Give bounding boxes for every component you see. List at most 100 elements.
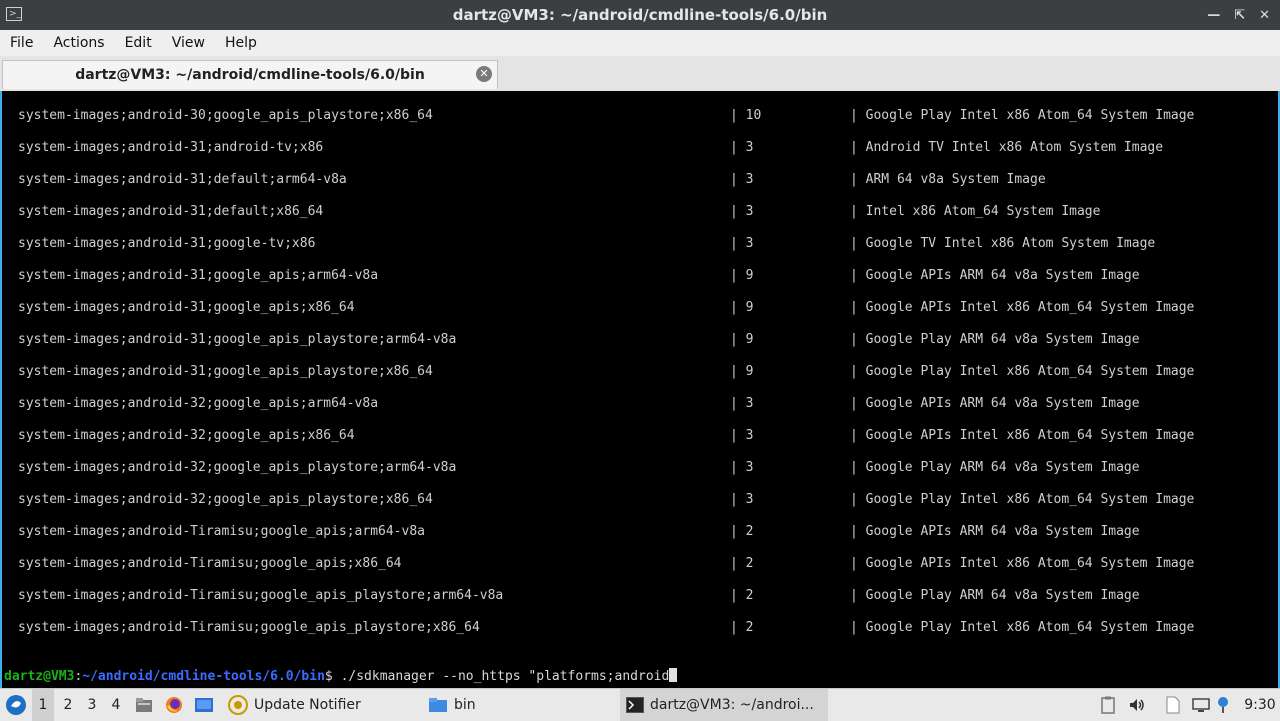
folder-launcher-icon [136, 698, 152, 712]
package-path: system-images;android-32;google_apis;arm… [18, 396, 379, 411]
package-version: | 2 [730, 620, 754, 635]
network-icon [1192, 698, 1210, 712]
window-controls: — ⇱ ✕ [1207, 0, 1270, 30]
taskbar: 1 2 3 4 Update Notifier bin dartz@VM3: ~… [0, 688, 1280, 721]
show-desktop-launcher[interactable] [193, 689, 215, 721]
window-titlebar: >_ dartz@VM3: ~/android/cmdline-tools/6.… [0, 0, 1280, 30]
clock[interactable]: 9:30 [1244, 689, 1276, 721]
package-version: | 2 [730, 588, 754, 603]
package-version: | 3 [730, 492, 754, 507]
task-label: Update Notifier [254, 697, 361, 713]
package-version: | 3 [730, 396, 754, 411]
clipboard-icon [1101, 696, 1115, 714]
close-window-icon[interactable]: ✕ [1259, 8, 1270, 23]
document-icon [1166, 696, 1180, 714]
menu-edit[interactable]: Edit [115, 35, 162, 51]
file-manager-launcher[interactable] [134, 689, 154, 721]
desktop-4[interactable]: 4 [105, 689, 127, 721]
package-description: | Intel x86 Atom_64 System Image [850, 204, 1101, 219]
text-cursor [669, 668, 678, 682]
maximize-icon[interactable]: ⇱ [1234, 8, 1245, 23]
terminal-output[interactable]: system-images;android-30;google_apis_pla… [0, 91, 1280, 688]
desktop-3[interactable]: 3 [81, 689, 103, 721]
package-description: | Google APIs ARM 64 v8a System Image [850, 268, 1140, 283]
prompt-line: dartz@VM3:~/android/cmdline-tools/6.0/bi… [4, 668, 678, 684]
volume-tray[interactable] [1127, 689, 1147, 721]
task-terminal[interactable]: dartz@VM3: ~/androi... [620, 689, 828, 721]
package-description: | Google APIs ARM 64 v8a System Image [850, 396, 1140, 411]
package-path: system-images;android-31;google_apis;arm… [18, 268, 379, 283]
package-description: | Android TV Intel x86 Atom System Image [850, 140, 1164, 155]
update-notifier-icon [228, 695, 248, 715]
package-version: | 9 [730, 332, 754, 347]
package-version: | 9 [730, 268, 754, 283]
firefox-launcher[interactable] [164, 689, 184, 721]
package-path: system-images;android-31;default;x86_64 [18, 204, 324, 219]
task-label: dartz@VM3: ~/androi... [650, 697, 814, 713]
desktop-icon [195, 698, 213, 712]
package-path: system-images;android-31;google-tv;x86 [18, 236, 316, 251]
package-description: | Google APIs ARM 64 v8a System Image [850, 524, 1140, 539]
package-version: | 2 [730, 556, 754, 571]
package-path: system-images;android-31;android-tv;x86 [18, 140, 324, 155]
prompt-path: ~/android/cmdline-tools/6.0/bin [82, 669, 325, 684]
task-update-notifier[interactable]: Update Notifier [222, 689, 367, 721]
package-description: | Google APIs Intel x86 Atom_64 System I… [850, 300, 1195, 315]
firefox-icon [166, 697, 182, 713]
desktop-1[interactable]: 1 [32, 689, 54, 721]
package-path: system-images;android-31;google_apis;x86… [18, 300, 355, 315]
package-version: | 3 [730, 172, 754, 187]
package-path: system-images;android-32;google_apis_pla… [18, 492, 433, 507]
package-description: | Google Play Intel x86 Atom_64 System I… [850, 108, 1195, 123]
menu-actions[interactable]: Actions [43, 35, 114, 51]
package-version: | 10 [730, 108, 762, 123]
package-path: system-images;android-31;google_apis_pla… [18, 332, 457, 347]
package-version: | 3 [730, 428, 754, 443]
package-description: | Google Play Intel x86 Atom_64 System I… [850, 364, 1195, 379]
menu-help[interactable]: Help [215, 35, 267, 51]
package-version: | 3 [730, 140, 754, 155]
task-bin-folder[interactable]: bin [422, 689, 482, 721]
package-path: system-images;android-Tiramisu;google_ap… [18, 620, 480, 635]
package-description: | Google Play Intel x86 Atom_64 System I… [850, 620, 1195, 635]
task-label: bin [454, 697, 476, 713]
package-path: system-images;android-Tiramisu;google_ap… [18, 588, 504, 603]
package-version: | 2 [730, 524, 754, 539]
package-description: | Google APIs Intel x86 Atom_64 System I… [850, 556, 1195, 571]
package-description: | Google Play ARM 64 v8a System Image [850, 588, 1140, 603]
desktop-2[interactable]: 2 [57, 689, 79, 721]
info-notification-icon [1218, 697, 1228, 713]
menu-bar: File Actions Edit View Help [0, 30, 1280, 56]
prompt-user: dartz@VM3 [4, 669, 75, 684]
package-version: | 3 [730, 236, 754, 251]
files-tray[interactable] [1163, 689, 1183, 721]
package-description: | Google Play ARM 64 v8a System Image [850, 332, 1140, 347]
command-input[interactable]: ./sdkmanager --no_https "platforms;andro… [341, 669, 670, 684]
volume-icon [1130, 699, 1144, 711]
network-tray[interactable] [1191, 689, 1211, 721]
package-path: system-images;android-Tiramisu;google_ap… [18, 556, 402, 571]
package-description: | Google Play Intel x86 Atom_64 System I… [850, 492, 1195, 507]
tab-terminal[interactable]: dartz@VM3: ~/android/cmdline-tools/6.0/b… [2, 60, 498, 89]
clipboard-tray[interactable] [1098, 689, 1118, 721]
terminal-icon [626, 697, 644, 713]
prompt-symbol: $ [324, 669, 341, 684]
minimize-icon[interactable]: — [1207, 8, 1220, 23]
package-version: | 3 [730, 204, 754, 219]
window-title: dartz@VM3: ~/android/cmdline-tools/6.0/b… [452, 6, 828, 24]
terminal-app-icon[interactable]: >_ [6, 7, 22, 21]
tab-close-icon[interactable]: ✕ [476, 66, 492, 82]
menu-view[interactable]: View [162, 35, 215, 51]
package-path: system-images;android-31;google_apis_pla… [18, 364, 433, 379]
start-menu-icon [6, 695, 26, 715]
package-path: system-images;android-30;google_apis_pla… [18, 108, 433, 123]
start-menu-button[interactable] [2, 689, 30, 721]
package-path: system-images;android-31;default;arm64-v… [18, 172, 347, 187]
tab-bar: dartz@VM3: ~/android/cmdline-tools/6.0/b… [0, 56, 1280, 92]
package-version: | 3 [730, 460, 754, 475]
menu-file[interactable]: File [0, 35, 43, 51]
package-version: | 9 [730, 300, 754, 315]
notification-tray[interactable] [1215, 689, 1231, 721]
package-path: system-images;android-32;google_apis;x86… [18, 428, 355, 443]
package-path: system-images;android-32;google_apis_pla… [18, 460, 457, 475]
